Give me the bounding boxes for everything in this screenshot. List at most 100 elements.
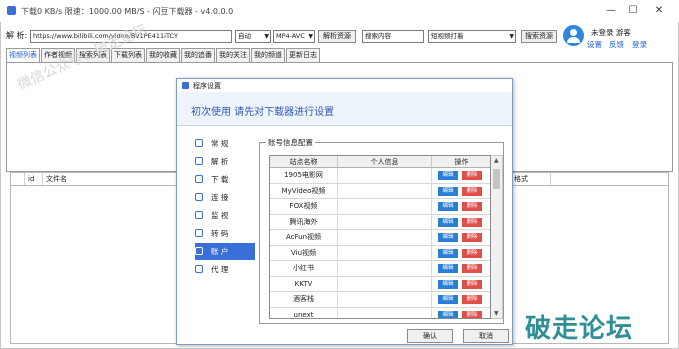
actions-cell: 编辑 删除	[432, 308, 490, 318]
delete-button[interactable]: 删除	[462, 171, 482, 180]
edit-button[interactable]: 编辑	[438, 202, 458, 211]
scroll-up-icon[interactable]: ▲	[494, 157, 499, 164]
table-row[interactable]: 小红书 编辑 删除	[270, 261, 490, 277]
edit-button[interactable]: 编辑	[438, 171, 458, 180]
scroll-down-icon[interactable]: ▼	[494, 310, 499, 317]
actions-cell: 编辑 删除	[432, 230, 490, 245]
settings-link[interactable]: 设置	[587, 39, 602, 50]
personal-info-cell	[338, 261, 432, 276]
site-name-cell: Viu视频	[270, 245, 338, 261]
url-label: 解 析:	[6, 31, 28, 40]
delete-button[interactable]: 删除	[462, 233, 482, 242]
codec-select[interactable]: MP4-AVC ▼	[273, 30, 315, 43]
ok-button[interactable]: 确认	[407, 329, 453, 343]
parse-icon	[195, 157, 203, 165]
avatar[interactable]	[563, 25, 584, 46]
settings-icon	[195, 139, 203, 147]
feedback-link[interactable]: 反馈	[609, 39, 624, 50]
minimize-button[interactable]: —	[600, 3, 622, 19]
actions-cell: 编辑 删除	[432, 246, 490, 261]
edit-button[interactable]: 编辑	[438, 310, 458, 318]
nav-label: 账 户	[211, 247, 229, 256]
search-type-value: 短视频打着	[431, 32, 464, 40]
parse-button[interactable]: 解析资源	[318, 30, 356, 43]
monitor-icon	[195, 211, 203, 219]
actions-cell: 编辑 删除	[432, 277, 490, 292]
search-button[interactable]: 搜索资源	[521, 30, 557, 43]
personal-info-cell	[338, 230, 432, 245]
delete-button[interactable]: 删除	[462, 295, 482, 304]
tab-following-series[interactable]: 我的追番	[181, 48, 215, 62]
app-logo-icon	[182, 82, 189, 89]
close-button[interactable]: ✕	[648, 3, 670, 19]
cancel-button[interactable]: 取消	[463, 329, 509, 343]
site-name-cell: 酒客栈	[270, 292, 338, 307]
search-input[interactable]: 搜索内容	[362, 30, 424, 43]
nav-label: 常 规	[211, 139, 229, 148]
actions-cell: 编辑 删除	[432, 292, 490, 307]
actions-column-header: 操作	[432, 156, 490, 168]
table-row[interactable]: 1905电影网 编辑 删除	[270, 168, 490, 184]
transcode-icon	[195, 229, 203, 237]
site-name-cell: KKTV	[270, 276, 338, 292]
tab-changelog[interactable]: 更新日志	[286, 48, 320, 62]
edit-button[interactable]: 编辑	[438, 279, 458, 289]
delete-button[interactable]: 删除	[462, 279, 482, 289]
tab-favorites[interactable]: 我的收藏	[146, 48, 180, 62]
tab-channels[interactable]: 我的频道	[251, 48, 285, 62]
table-row[interactable]: 腾讯海外 编辑 删除	[270, 214, 490, 230]
checkbox-column-header[interactable]	[11, 173, 25, 185]
table-row[interactable]: Viu视频 编辑 删除	[270, 245, 490, 261]
delete-button[interactable]: 删除	[462, 202, 482, 211]
auto-select-value: 自动	[238, 32, 251, 40]
settings-dialog: 程序设置 初次使用 请先对下载器进行设置 常 规 解 析 下 载 连 接 监 视…	[176, 78, 513, 345]
id-column-header[interactable]: id	[25, 173, 43, 185]
table-row[interactable]: FOX视频 编辑 删除	[270, 199, 490, 215]
table-row[interactable]: KKTV 编辑 删除	[270, 276, 490, 292]
edit-button[interactable]: 编辑	[438, 295, 458, 304]
nav-download[interactable]: 下 载	[195, 171, 255, 188]
nav-transcode[interactable]: 转 码	[195, 225, 255, 242]
edit-button[interactable]: 编辑	[438, 233, 458, 242]
site-name-cell: 小红书	[270, 261, 338, 276]
proxy-icon	[195, 265, 203, 273]
nav-connection[interactable]: 连 接	[195, 189, 255, 206]
auto-select[interactable]: 自动 ▼	[235, 30, 271, 43]
table-row[interactable]: MyVideo视频 编辑 删除	[270, 183, 490, 199]
nav-account[interactable]: 账 户	[195, 243, 255, 260]
delete-button[interactable]: 删除	[462, 248, 482, 258]
nav-general[interactable]: 常 规	[195, 135, 255, 152]
personal-info-column-header: 个人信息	[338, 156, 432, 168]
delete-button[interactable]: 删除	[462, 310, 482, 318]
site-name-cell: 1905电影网	[270, 168, 338, 183]
tab-following[interactable]: 我的关注	[216, 48, 250, 62]
delete-button[interactable]: 删除	[462, 264, 482, 273]
delete-button[interactable]: 删除	[462, 186, 482, 196]
login-link[interactable]: 登录	[632, 39, 647, 50]
personal-info-cell	[338, 183, 432, 199]
personal-info-cell	[338, 214, 432, 230]
edit-button[interactable]: 编辑	[438, 248, 458, 258]
edit-button[interactable]: 编辑	[438, 264, 458, 273]
table-row[interactable]: AcFun视频 编辑 删除	[270, 230, 490, 246]
scrollbar-thumb[interactable]	[493, 169, 500, 189]
link-icon	[195, 193, 203, 201]
maximize-button[interactable]: ☐	[622, 3, 644, 19]
actions-cell: 编辑 删除	[432, 184, 490, 199]
nav-monitor[interactable]: 监 视	[195, 207, 255, 224]
table-row[interactable]: 酒客栈 编辑 删除	[270, 292, 490, 308]
tab-video-list[interactable]: 视频列表	[6, 48, 40, 62]
edit-button[interactable]: 编辑	[438, 186, 458, 196]
delete-button[interactable]: 删除	[462, 217, 482, 227]
table-row[interactable]: unext 编辑 删除	[270, 307, 490, 318]
nav-parse[interactable]: 解 析	[195, 153, 255, 170]
format-column-header[interactable]: 格式	[511, 173, 551, 185]
edit-button[interactable]: 编辑	[438, 217, 458, 227]
personal-info-cell	[338, 276, 432, 292]
actions-cell: 编辑 删除	[432, 199, 490, 214]
nav-proxy[interactable]: 代 理	[195, 261, 255, 278]
app-logo-icon	[7, 6, 16, 15]
search-type-select[interactable]: 短视频打着 ▼	[428, 30, 516, 43]
actions-cell: 编辑 删除	[432, 215, 490, 230]
nav-label: 解 析	[211, 157, 229, 166]
